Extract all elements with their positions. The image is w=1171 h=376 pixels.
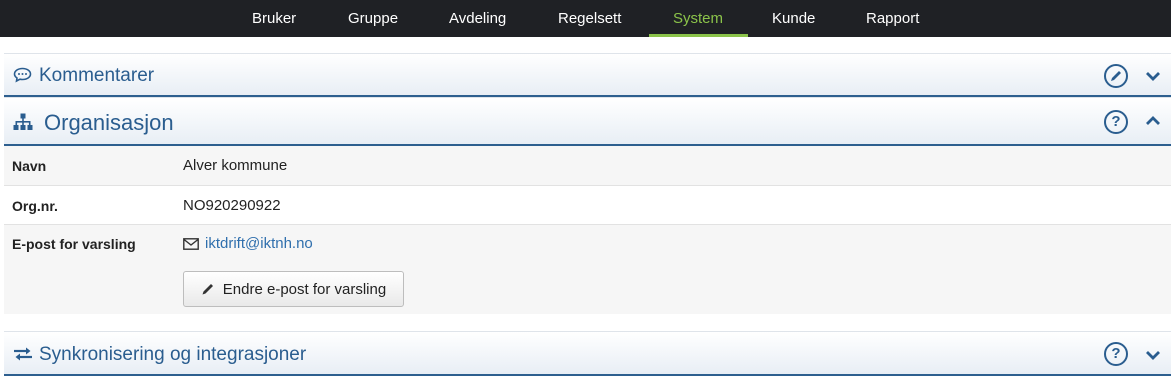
exchange-icon [13, 346, 33, 367]
pencil-icon [202, 284, 213, 295]
pencil-icon [1111, 71, 1121, 81]
org-name-value: Alver kommune [183, 157, 288, 174]
sync-panel-title: Synkronisering og integrasjoner [39, 344, 307, 365]
table-row: Org.nr. NO920290922 [4, 186, 1171, 225]
table-row: E-post for varsling iktdrift@iktnh.no [4, 225, 1171, 314]
nav-item-kunde[interactable]: Kunde [772, 0, 815, 37]
sync-panel-header[interactable]: Synkronisering og integrasjoner ? [4, 331, 1171, 376]
notification-email-value: iktdrift@iktnh.no [183, 235, 313, 252]
org-number-label: Org.nr. [12, 198, 58, 214]
nav-item-rapport[interactable]: Rapport [866, 0, 919, 37]
nav-item-bruker[interactable]: Bruker [252, 0, 296, 37]
sync-help-button[interactable]: ? [1104, 342, 1128, 366]
organization-help-button[interactable]: ? [1104, 110, 1128, 134]
comment-icon [13, 67, 32, 88]
change-email-button-label: Endre e-post for varsling [222, 280, 387, 298]
notification-email-link[interactable]: iktdrift@iktnh.no [205, 235, 313, 252]
organization-details: Navn Alver kommune Org.nr. NO920290922 E… [4, 146, 1171, 314]
organization-panel-header[interactable]: Organisasjon ? [4, 97, 1171, 146]
comments-panel-title: Kommentarer [39, 65, 155, 86]
sitemap-icon [13, 113, 33, 136]
chevron-down-icon[interactable] [1145, 348, 1161, 366]
nav-item-avdeling[interactable]: Avdeling [449, 0, 506, 37]
notification-email-label: E-post for varsling [12, 236, 136, 252]
org-number-value: NO920290922 [183, 197, 281, 214]
edit-comment-button[interactable] [1104, 64, 1128, 88]
comments-panel-header[interactable]: Kommentarer [4, 53, 1171, 97]
chevron-up-icon[interactable] [1145, 114, 1161, 132]
organization-panel-title: Organisasjon [44, 110, 174, 135]
org-name-label: Navn [12, 158, 47, 174]
chevron-down-icon[interactable] [1145, 69, 1161, 87]
nav-item-regelsett[interactable]: Regelsett [558, 0, 621, 37]
nav-item-gruppe[interactable]: Gruppe [348, 0, 398, 37]
active-nav-indicator [649, 34, 748, 37]
change-email-button[interactable]: Endre e-post for varsling [183, 271, 404, 307]
envelope-icon [183, 237, 199, 250]
top-nav: Bruker Gruppe Avdeling Regelsett System … [0, 0, 1171, 37]
nav-item-system[interactable]: System [673, 0, 723, 37]
table-row: Navn Alver kommune [4, 146, 1171, 186]
